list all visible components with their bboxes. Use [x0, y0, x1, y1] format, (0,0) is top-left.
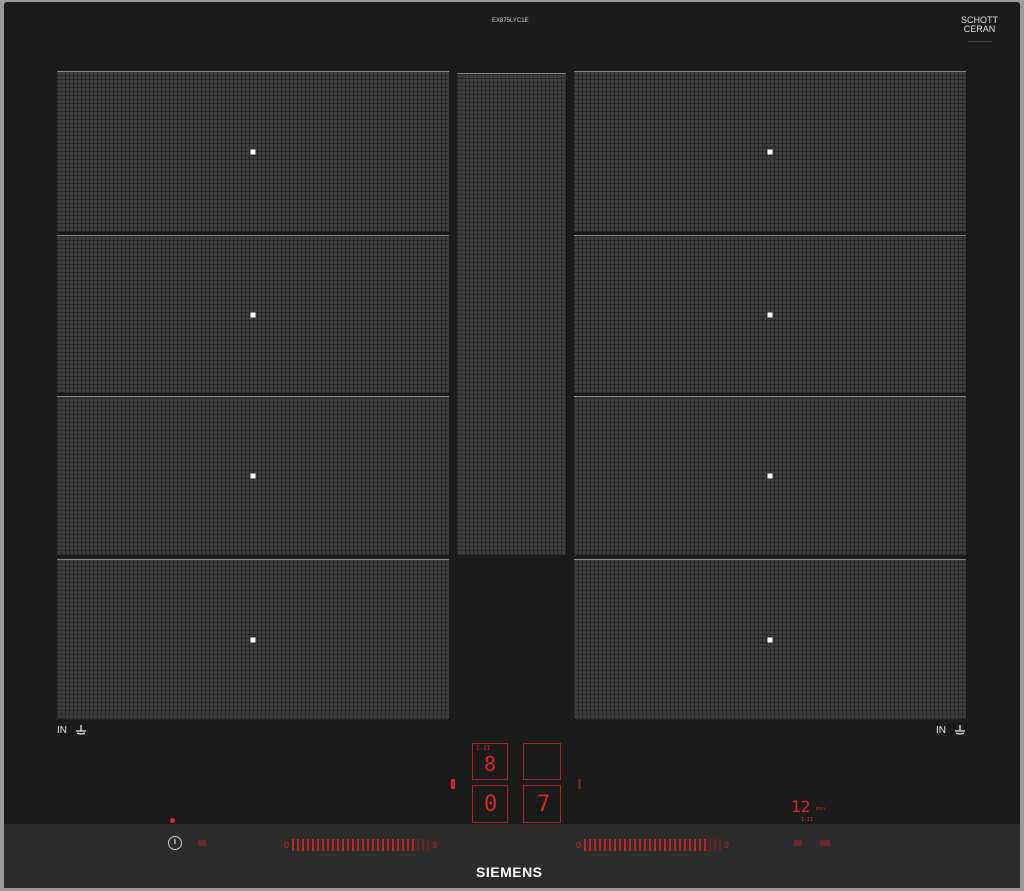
zone-center-marker	[767, 149, 773, 155]
zone-center-marker	[250, 149, 256, 155]
cooking-zone-right-4[interactable]	[574, 559, 966, 719]
cooking-zone-left-3[interactable]	[57, 396, 449, 555]
options-touch-key[interactable]	[820, 840, 830, 846]
cooking-zone-left-4[interactable]	[57, 559, 449, 719]
zone-center-marker	[767, 312, 773, 317]
power-icon	[174, 839, 176, 844]
induction-label-right: IN	[936, 725, 966, 736]
ceramic-glass-top: EX875LYC1E SCHOTT CERAN —————— IN IN I-I	[4, 2, 1020, 888]
timer-touch-key[interactable]	[794, 840, 802, 846]
zone-display-bottom-right[interactable]: 7	[523, 785, 561, 823]
power-indicator-led	[170, 818, 175, 823]
zone-select-indicator-left[interactable]	[451, 779, 455, 789]
cooking-zone-right-2[interactable]	[574, 235, 966, 393]
schott-ceran-logo: SCHOTT CERAN ——————	[961, 15, 998, 44]
induction-pan-icon	[75, 725, 86, 735]
lock-touch-key[interactable]	[198, 840, 206, 846]
zone-display-top-left[interactable]: I-II 8	[472, 743, 508, 780]
power-slider-left[interactable]: 0 9	[284, 839, 437, 851]
cooking-zone-right-3[interactable]	[574, 396, 966, 555]
cooking-zone-left-2[interactable]	[57, 235, 449, 393]
power-button[interactable]	[168, 836, 182, 850]
brand-logo: SIEMENS	[476, 864, 543, 880]
zone-center-marker	[767, 637, 773, 642]
zone-center-marker	[767, 473, 773, 479]
zone-display-top-right[interactable]	[523, 743, 561, 780]
model-code: EX875LYC1E	[492, 18, 529, 24]
induction-label-left: IN	[57, 725, 87, 736]
cooking-zone-left-1[interactable]	[57, 71, 449, 232]
power-slider-right[interactable]: 0 9	[576, 839, 729, 851]
zone-center-marker	[250, 473, 256, 479]
induction-pan-icon	[954, 725, 965, 735]
zone-center-marker	[250, 312, 256, 317]
cooking-zone-center[interactable]	[457, 73, 566, 555]
zone-select-indicator-right[interactable]	[578, 779, 581, 789]
hob-frame: EX875LYC1E SCHOTT CERAN —————— IN IN I-I	[0, 0, 1024, 891]
cooking-zone-right-1[interactable]	[574, 71, 966, 232]
zone-center-marker	[250, 637, 256, 642]
zone-display-bottom-left[interactable]: 0	[472, 785, 508, 823]
